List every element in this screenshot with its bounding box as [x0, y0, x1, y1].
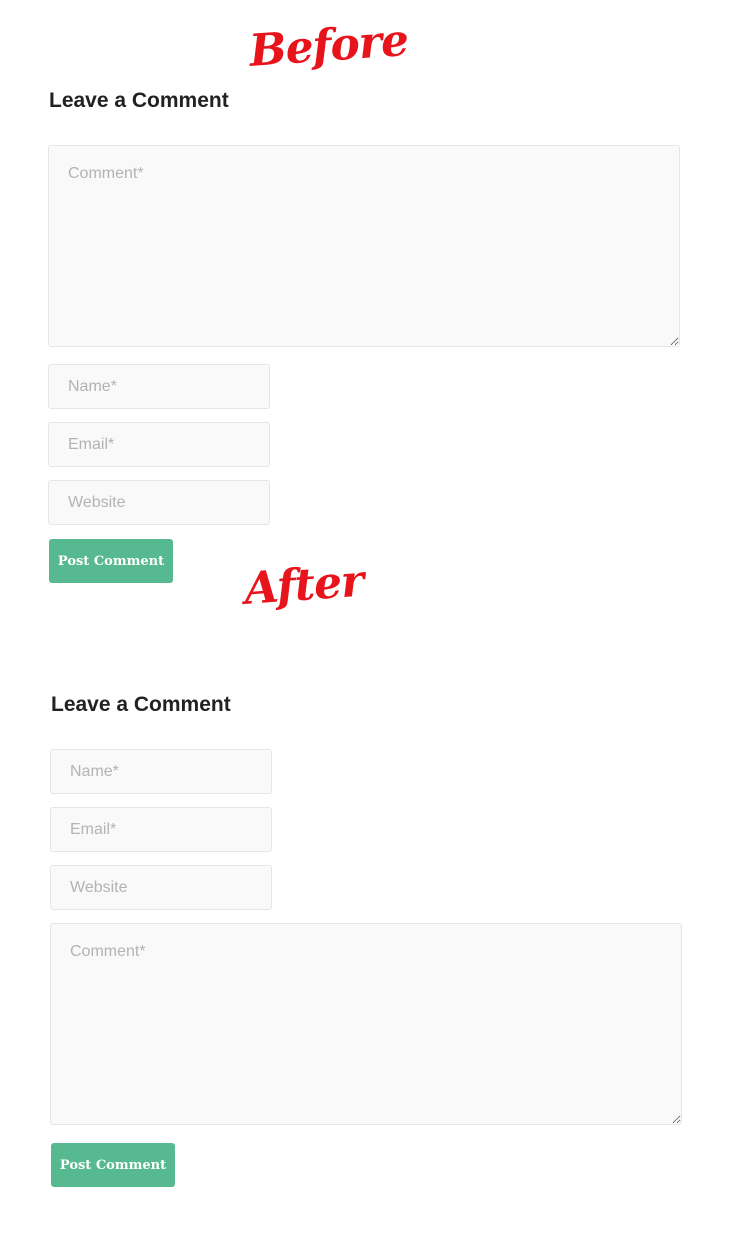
after-email-input[interactable] [50, 807, 272, 852]
before-email-input[interactable] [48, 422, 270, 467]
before-form-heading: Leave a Comment [49, 89, 229, 112]
before-name-input[interactable] [48, 364, 270, 409]
after-annotation: After [242, 555, 365, 615]
before-annotation: Before [247, 14, 410, 77]
after-name-input[interactable] [50, 749, 272, 794]
after-post-comment-button[interactable]: Post Comment [51, 1143, 175, 1187]
before-website-input[interactable] [48, 480, 270, 525]
after-website-input[interactable] [50, 865, 272, 910]
before-post-comment-button[interactable]: Post Comment [49, 539, 173, 583]
before-comment-textarea[interactable] [48, 145, 680, 347]
after-comment-textarea[interactable] [50, 923, 682, 1125]
after-form-heading: Leave a Comment [51, 693, 231, 716]
